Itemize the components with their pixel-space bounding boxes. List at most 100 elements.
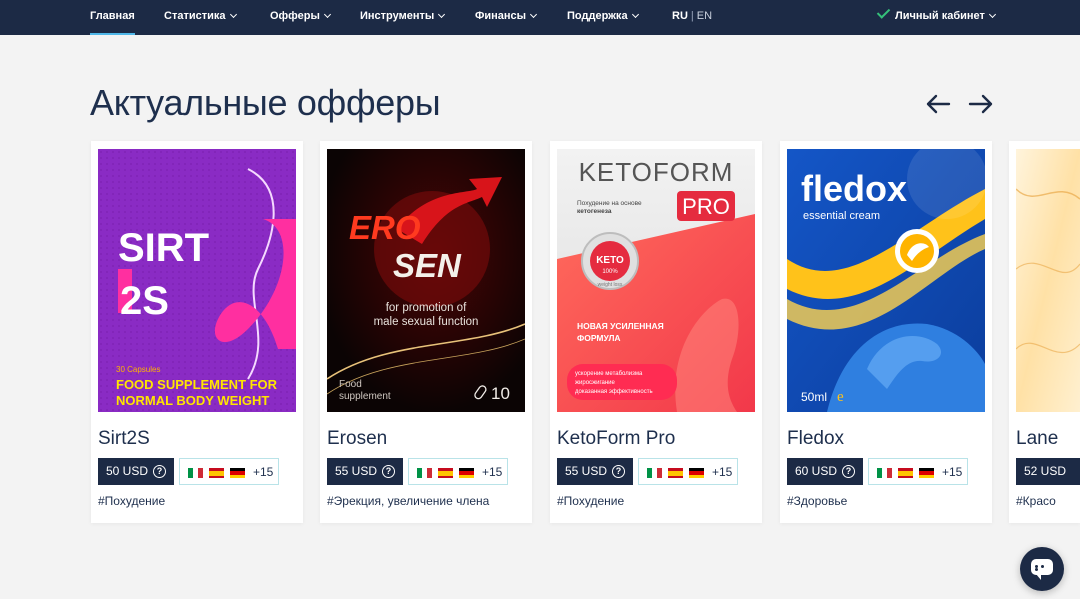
chat-button[interactable] — [1020, 547, 1064, 591]
offer-tag[interactable]: #Похудение — [557, 494, 624, 508]
germany-flag-icon — [919, 468, 934, 478]
help-icon[interactable]: ? — [382, 465, 395, 478]
offer-card-fledox[interactable]: fledox essential cream 50ml e Fledox 60 … — [780, 141, 992, 523]
svg-text:PRO: PRO — [682, 194, 730, 219]
geo-more-count: +15 — [942, 465, 963, 479]
top-nav: Главная Статистика Офферы Инструменты Фи… — [0, 0, 1080, 35]
offer-tag[interactable]: #Эрекция, увеличение члена — [327, 494, 489, 508]
arrow-right-icon — [968, 94, 993, 114]
offer-tag[interactable]: #Красо — [1016, 494, 1056, 508]
svg-text:НОВАЯ УСИЛЕННАЯ: НОВАЯ УСИЛЕННАЯ — [577, 321, 664, 331]
geo-more-count: +15 — [482, 465, 503, 479]
help-icon[interactable]: ? — [612, 465, 625, 478]
svg-text:supplement: supplement — [339, 391, 391, 402]
help-icon[interactable]: ? — [153, 465, 166, 478]
offer-price[interactable]: 60 USD? — [787, 458, 863, 485]
account-menu[interactable]: Личный кабинет — [876, 0, 996, 35]
svg-text:ускорение метаболизма: ускорение метаболизма — [575, 371, 643, 377]
nav-statistics-label: Статистика — [164, 10, 226, 22]
offer-title[interactable]: Fledox — [787, 428, 844, 450]
offer-card-ketoform-pro[interactable]: KETOFORM PRO Похудение на основе кетоген… — [550, 141, 762, 523]
svg-text:50ml: 50ml — [801, 390, 827, 404]
offer-image[interactable] — [1016, 149, 1080, 412]
svg-text:e: e — [837, 389, 844, 405]
italy-flag-icon — [877, 468, 892, 478]
italy-flag-icon — [188, 468, 203, 478]
offer-price[interactable]: 55 USD? — [327, 458, 403, 485]
svg-text:ERO: ERO — [349, 209, 421, 246]
offer-card-sirt2s[interactable]: SIRT 2S 30 Capsules FOOD SUPPLEMENT FOR … — [91, 141, 303, 523]
svg-text:essential cream: essential cream — [803, 210, 880, 222]
nav-tools-label: Инструменты — [360, 10, 435, 22]
offer-geo[interactable]: +15 — [408, 458, 508, 485]
offer-title[interactable]: Sirt2S — [98, 428, 150, 450]
check-icon — [876, 5, 891, 19]
svg-text:SIRT: SIRT — [118, 226, 209, 270]
offer-title[interactable]: Erosen — [327, 428, 387, 450]
offer-geo[interactable]: +15 — [638, 458, 738, 485]
lang-ru[interactable]: RU — [672, 10, 688, 22]
offer-title[interactable]: Lane — [1016, 428, 1058, 450]
lang-en[interactable]: EN — [697, 10, 712, 22]
chevron-down-icon — [438, 10, 446, 19]
offer-card-lane[interactable]: Lane 52 USD #Красо — [1009, 141, 1080, 523]
offer-tag[interactable]: #Здоровье — [787, 494, 847, 508]
svg-text:30 Capsules: 30 Capsules — [116, 365, 160, 374]
geo-more-count: +15 — [712, 465, 733, 479]
nav-offers[interactable]: Офферы — [270, 0, 331, 35]
offer-price-value: 60 USD — [795, 464, 838, 478]
svg-text:male sexual function: male sexual function — [374, 316, 479, 328]
svg-text:ФОРМУЛА: ФОРМУЛА — [577, 333, 621, 343]
chevron-down-icon — [988, 10, 996, 19]
nav-tools[interactable]: Инструменты — [360, 0, 446, 35]
chevron-down-icon — [631, 10, 639, 19]
lang-separator: | — [690, 10, 694, 22]
italy-flag-icon — [417, 468, 432, 478]
germany-flag-icon — [230, 468, 245, 478]
offer-price[interactable]: 50 USD? — [98, 458, 174, 485]
nav-home-label: Главная — [90, 10, 135, 22]
svg-text:fledox: fledox — [801, 168, 907, 209]
chevron-down-icon — [323, 10, 331, 19]
svg-text:Похудение на основе: Похудение на основе — [577, 200, 642, 207]
svg-text:жиросжигание: жиросжигание — [575, 380, 616, 386]
spain-flag-icon — [668, 468, 683, 478]
carousel-next-button[interactable] — [968, 92, 994, 116]
offer-price-value: 52 USD — [1024, 464, 1067, 478]
chevron-down-icon — [229, 10, 237, 19]
offer-image[interactable]: ERO SEN for promotion of male sexual fun… — [327, 149, 525, 412]
offer-image[interactable]: fledox essential cream 50ml e — [787, 149, 985, 412]
nav-finance-label: Финансы — [475, 10, 527, 22]
svg-text:2S: 2S — [120, 279, 169, 323]
svg-text:FOOD SUPPLEMENT FOR: FOOD SUPPLEMENT FOR — [116, 377, 278, 392]
offer-geo[interactable]: +15 — [179, 458, 279, 485]
nav-statistics[interactable]: Статистика — [164, 0, 237, 35]
nav-home[interactable]: Главная — [90, 0, 135, 35]
italy-flag-icon — [647, 468, 662, 478]
chat-dots — [1035, 565, 1049, 571]
help-icon[interactable]: ? — [842, 465, 855, 478]
offer-title[interactable]: KetoForm Pro — [557, 428, 675, 450]
nav-support[interactable]: Поддержка — [567, 0, 639, 35]
nav-offers-label: Офферы — [270, 10, 320, 22]
offer-tag[interactable]: #Похудение — [98, 494, 165, 508]
svg-text:10: 10 — [491, 384, 510, 403]
svg-text:100%: 100% — [602, 269, 618, 275]
svg-text:KETOFORM: KETOFORM — [579, 157, 734, 187]
chevron-down-icon — [530, 10, 538, 19]
svg-text:SEN: SEN — [393, 247, 462, 284]
offer-geo[interactable]: +15 — [868, 458, 968, 485]
offer-price[interactable]: 55 USD? — [557, 458, 633, 485]
offer-price-value: 50 USD — [106, 464, 149, 478]
offer-image[interactable]: KETOFORM PRO Похудение на основе кетоген… — [557, 149, 755, 412]
nav-finance[interactable]: Финансы — [475, 0, 538, 35]
offer-card-erosen[interactable]: ERO SEN for promotion of male sexual fun… — [320, 141, 532, 523]
offer-image[interactable]: SIRT 2S 30 Capsules FOOD SUPPLEMENT FOR … — [98, 149, 296, 412]
svg-text:кетогенеза: кетогенеза — [577, 208, 612, 215]
offer-price-value: 55 USD — [335, 464, 378, 478]
svg-text:KETO: KETO — [596, 255, 624, 266]
offer-price[interactable]: 52 USD — [1016, 458, 1080, 485]
account-label: Личный кабинет — [895, 10, 985, 22]
germany-flag-icon — [689, 468, 704, 478]
carousel-prev-button[interactable] — [925, 92, 951, 116]
